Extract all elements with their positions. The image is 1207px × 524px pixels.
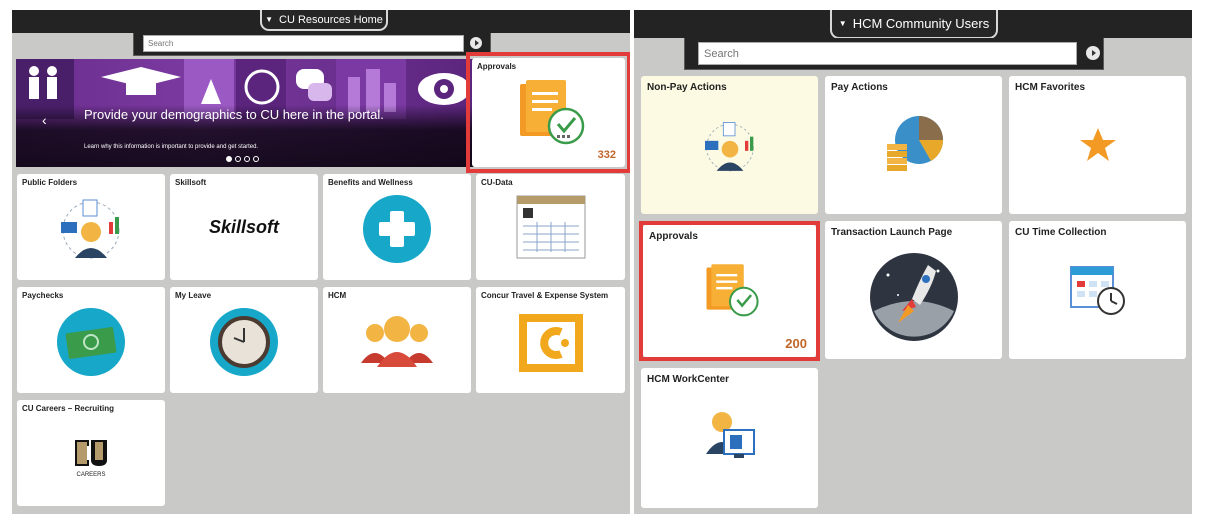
carousel-headline[interactable]: Provide your demographics to CU here in …: [84, 108, 384, 122]
concur-logo: [476, 287, 625, 393]
carousel-dot[interactable]: [253, 156, 259, 162]
homepage-title: HCM Community Users: [852, 16, 990, 31]
tile-pay-actions[interactable]: Pay Actions: [825, 76, 1002, 214]
tile-hcm-workcenter[interactable]: HCM WorkCenter: [641, 368, 818, 508]
rocket-icon: [825, 221, 1002, 359]
person-computer-icon: [641, 368, 818, 508]
cu-careers-logo: CAREERS: [17, 400, 165, 506]
tile-cu-time-collection[interactable]: CU Time Collection: [1009, 221, 1186, 359]
carousel-dot[interactable]: [235, 156, 241, 162]
tile-hcm[interactable]: HCM: [323, 287, 471, 393]
hcm-community-homepage: ▼ HCM Community Users Non-Pay Actions Pa…: [634, 10, 1192, 514]
skillsoft-logo-text: Skillsoft: [208, 216, 279, 237]
approvals-count-badge: 200: [785, 336, 807, 351]
calendar-clock-icon: [1009, 221, 1186, 359]
tile-paychecks[interactable]: Paychecks: [17, 287, 165, 393]
star-icon: [1009, 76, 1186, 214]
tile-hcm-favorites[interactable]: HCM Favorites: [1009, 76, 1186, 214]
tile-transaction-launch[interactable]: Transaction Launch Page: [825, 221, 1002, 359]
cu-resources-homepage: ▼ CU Resources Home ‹ Provide your demog…: [12, 10, 630, 514]
search-input[interactable]: [143, 35, 464, 52]
carousel-subtext: Learn why this information is important …: [84, 144, 259, 150]
tile-non-pay-actions[interactable]: Non-Pay Actions: [641, 76, 818, 214]
search-bar: [684, 38, 1104, 70]
person-demographics-icon: [17, 174, 165, 280]
people-group-icon: [323, 287, 471, 393]
search-bar: [133, 33, 491, 56]
carousel-dot[interactable]: [244, 156, 250, 162]
tile-skillsoft[interactable]: Skillsoft Skillsoft: [170, 174, 318, 280]
caret-down-icon: ▼: [265, 15, 273, 24]
tile-cu-data[interactable]: CU-Data: [476, 174, 625, 280]
skillsoft-logo: Skillsoft: [170, 174, 318, 280]
data-report-icon: [476, 174, 625, 280]
clock-icon: [170, 287, 318, 393]
tile-approvals[interactable]: Approvals 332: [472, 58, 625, 167]
approvals-count-badge: 332: [597, 149, 616, 161]
pie-coins-icon: [825, 76, 1002, 214]
tile-concur[interactable]: Concur Travel & Expense System: [476, 287, 625, 393]
carousel-pager: [226, 156, 259, 162]
health-cross-icon: [323, 174, 471, 280]
person-demographics-icon: [641, 76, 818, 214]
money-icon: [17, 287, 165, 393]
homepage-selector[interactable]: ▼ HCM Community Users: [830, 10, 998, 39]
carousel-dot[interactable]: [226, 156, 232, 162]
cu-careers-logo-text: CAREERS: [76, 472, 106, 478]
search-go-icon[interactable]: [1086, 46, 1100, 60]
search-input[interactable]: [698, 42, 1077, 65]
tile-cu-careers[interactable]: CU Careers – Recruiting CAREERS: [17, 400, 165, 506]
search-go-icon[interactable]: [470, 37, 482, 49]
news-carousel[interactable]: ‹ Provide your demographics to CU here i…: [16, 59, 474, 167]
tile-approvals[interactable]: Approvals 200: [643, 225, 816, 357]
homepage-title: CU Resources Home: [279, 13, 383, 26]
tile-public-folders[interactable]: Public Folders: [17, 174, 165, 280]
carousel-prev-icon[interactable]: ‹: [42, 112, 47, 128]
tile-my-leave[interactable]: My Leave: [170, 287, 318, 393]
tile-benefits-wellness[interactable]: Benefits and Wellness: [323, 174, 471, 280]
caret-down-icon: ▼: [838, 19, 847, 28]
homepage-selector[interactable]: ▼ CU Resources Home: [260, 10, 388, 31]
